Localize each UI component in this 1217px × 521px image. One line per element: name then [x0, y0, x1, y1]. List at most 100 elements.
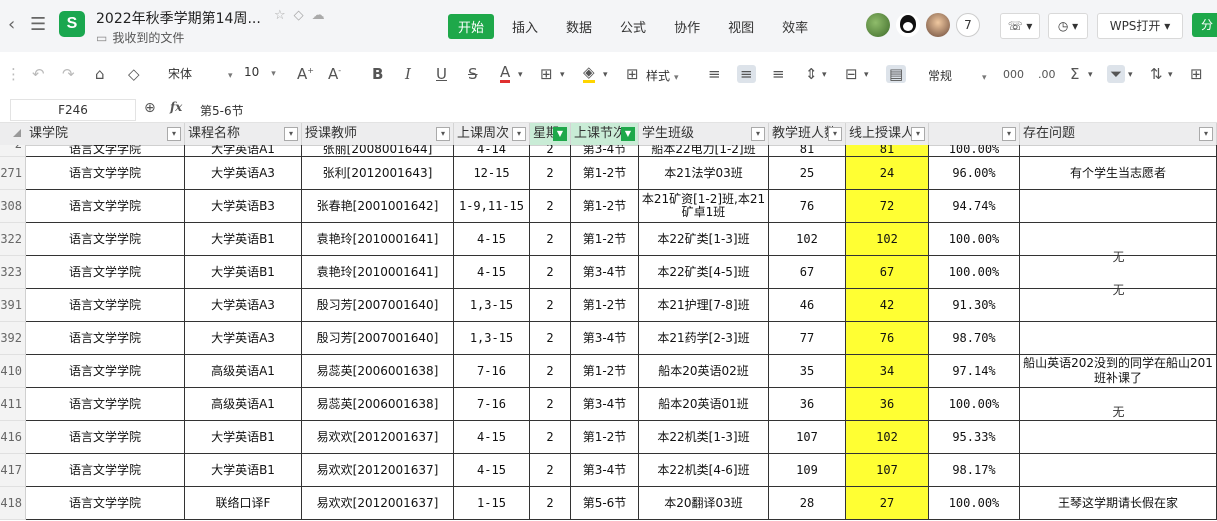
- cell-col-4[interactable]: 2: [530, 223, 571, 256]
- freeze-panes-icon[interactable]: ⊞: [1190, 65, 1203, 83]
- cell-col-3[interactable]: 1,3-15: [454, 322, 530, 355]
- cell-col-1[interactable]: 大学英语B1: [185, 223, 302, 256]
- underline-icon[interactable]: U: [436, 65, 447, 83]
- font-color-icon[interactable]: A: [500, 65, 511, 83]
- cell-col-0[interactable]: 语言文学学院: [26, 157, 185, 190]
- cell-col-1[interactable]: 大学英语A3: [185, 289, 302, 322]
- cell-col-1[interactable]: 大学英语B1: [185, 454, 302, 487]
- filter-dropdown-icon[interactable]: ▾: [911, 127, 925, 141]
- cell-col-2[interactable]: 殷习芳[2007001640]: [302, 322, 454, 355]
- cell-col-8[interactable]: 76: [846, 322, 929, 355]
- cell-col-3[interactable]: 1-9,11-15: [454, 190, 530, 223]
- column-header-3[interactable]: 上课周次 ▾: [454, 123, 530, 145]
- column-header-10[interactable]: 存在问题 ▾: [1020, 123, 1217, 145]
- cell-col-5[interactable]: 第1-2节: [571, 289, 639, 322]
- cell-col-7[interactable]: 35: [769, 355, 846, 388]
- chevron-down-icon[interactable]: ▾: [518, 70, 523, 80]
- cell-col-8[interactable]: 27: [846, 487, 929, 520]
- cell-col-0[interactable]: 语言文学学院: [26, 223, 185, 256]
- cell-col-0[interactable]: 语言文学学院: [26, 322, 185, 355]
- cell-col-5[interactable]: 第1-2节: [571, 223, 639, 256]
- sum-icon[interactable]: Σ: [1070, 65, 1079, 83]
- cell-col-9[interactable]: 91.30%: [929, 289, 1020, 322]
- cell-col-9[interactable]: 100.00%: [929, 487, 1020, 520]
- cell-col-3[interactable]: 4-15: [454, 421, 530, 454]
- cell-col-1[interactable]: 高级英语A1: [185, 388, 302, 421]
- thousands-icon[interactable]: 000: [1003, 68, 1024, 81]
- cell-col-5[interactable]: 第3-4节: [571, 322, 639, 355]
- eraser-icon[interactable]: ◇: [128, 65, 140, 83]
- chevron-down-icon[interactable]: ▾: [603, 70, 608, 80]
- fx-icon[interactable]: fx: [170, 100, 182, 114]
- cell-col-4[interactable]: 2: [530, 454, 571, 487]
- font-size-select[interactable]: 10 ▾: [244, 65, 276, 79]
- row-number[interactable]: 418: [0, 487, 26, 520]
- document-location[interactable]: ▭ 我收到的文件: [96, 29, 184, 46]
- cell-col-4[interactable]: 2: [530, 145, 571, 157]
- cell-col-5[interactable]: 第5-6节: [571, 487, 639, 520]
- cell-col-4[interactable]: 2: [530, 487, 571, 520]
- cell-col-7[interactable]: 28: [769, 487, 846, 520]
- tab-1[interactable]: 插入: [502, 14, 548, 39]
- filter-active-icon[interactable]: ▼: [621, 127, 635, 141]
- tab-6[interactable]: 效率: [772, 14, 818, 39]
- cell-col-10[interactable]: [1020, 454, 1217, 487]
- cell-col-8[interactable]: 24: [846, 157, 929, 190]
- column-header-2[interactable]: 授课教师 ▾: [302, 123, 454, 145]
- cell-col-7[interactable]: 107: [769, 421, 846, 454]
- cell-col-6[interactable]: 本22机类[4-6]班: [639, 454, 769, 487]
- filter-dropdown-icon[interactable]: ▾: [1002, 127, 1016, 141]
- cell-col-5[interactable]: 第1-2节: [571, 355, 639, 388]
- cell-col-2[interactable]: 张利[2012001643]: [302, 157, 454, 190]
- cell-col-9[interactable]: 100.00%: [929, 256, 1020, 289]
- format-painter-icon[interactable]: ⌂: [95, 65, 105, 83]
- cell-col-10[interactable]: 有个学生当志愿者: [1020, 157, 1217, 190]
- cell-col-7[interactable]: 109: [769, 454, 846, 487]
- chevron-down-icon[interactable]: ▾: [822, 70, 827, 80]
- cell-col-2[interactable]: 易蕊英[2006001638]: [302, 388, 454, 421]
- cell-col-4[interactable]: 2: [530, 157, 571, 190]
- back-icon[interactable]: ‹: [8, 14, 15, 35]
- cell-col-2[interactable]: 易欢欢[2012001637]: [302, 454, 454, 487]
- cell-col-3[interactable]: 1-15: [454, 487, 530, 520]
- filter-dropdown-icon[interactable]: ▾: [1199, 127, 1213, 141]
- cell-col-9[interactable]: 98.17%: [929, 454, 1020, 487]
- bold-icon[interactable]: B: [372, 65, 383, 83]
- merge-cells-icon[interactable]: ⊟: [845, 65, 858, 83]
- cell-col-1[interactable]: 大学英语A1: [185, 145, 302, 157]
- cell-col-7[interactable]: 77: [769, 322, 846, 355]
- row-number[interactable]: 410: [0, 355, 26, 388]
- filter-dropdown-icon[interactable]: ▾: [167, 127, 181, 141]
- cell-col-1[interactable]: 大学英语A3: [185, 322, 302, 355]
- document-title[interactable]: 2022年秋季学期第14周...: [96, 8, 261, 28]
- cell-col-4[interactable]: 2: [530, 256, 571, 289]
- cell-col-5[interactable]: 第1-2节: [571, 157, 639, 190]
- cell-col-6[interactable]: 船本20英语01班: [639, 388, 769, 421]
- chevron-down-icon[interactable]: ▾: [1088, 70, 1093, 80]
- cell-col-2[interactable]: 殷习芳[2007001640]: [302, 289, 454, 322]
- cell-col-1[interactable]: 大学英语B3: [185, 190, 302, 223]
- italic-icon[interactable]: I: [405, 65, 411, 83]
- cell-col-6[interactable]: 本21护理[7-8]班: [639, 289, 769, 322]
- row-number[interactable]: 308: [0, 190, 26, 223]
- cell-col-4[interactable]: 2: [530, 190, 571, 223]
- chevron-down-icon[interactable]: ▾: [560, 70, 565, 80]
- cell-col-8[interactable]: 107: [846, 454, 929, 487]
- cell-col-7[interactable]: 46: [769, 289, 846, 322]
- cell-col-9[interactable]: 94.74%: [929, 190, 1020, 223]
- align-left-icon[interactable]: ≡: [708, 65, 721, 83]
- tab-2[interactable]: 数据: [556, 14, 602, 39]
- cell-col-3[interactable]: 12-15: [454, 157, 530, 190]
- cell-col-4[interactable]: 2: [530, 421, 571, 454]
- row-number[interactable]: 391: [0, 289, 26, 322]
- cell-col-7[interactable]: 36: [769, 388, 846, 421]
- cell-col-2[interactable]: 易欢欢[2012001637]: [302, 421, 454, 454]
- tab-5[interactable]: 视图: [718, 14, 764, 39]
- cell-col-5[interactable]: 第3-4节: [571, 454, 639, 487]
- cell-col-7[interactable]: 25: [769, 157, 846, 190]
- style-select[interactable]: 样式 ▾: [646, 67, 679, 84]
- cell-col-0[interactable]: 语言文学学院: [26, 190, 185, 223]
- cell-col-6[interactable]: 本22机类[1-3]班: [639, 421, 769, 454]
- filter-dropdown-icon[interactable]: ▾: [751, 127, 765, 141]
- cell-col-8[interactable]: 67: [846, 256, 929, 289]
